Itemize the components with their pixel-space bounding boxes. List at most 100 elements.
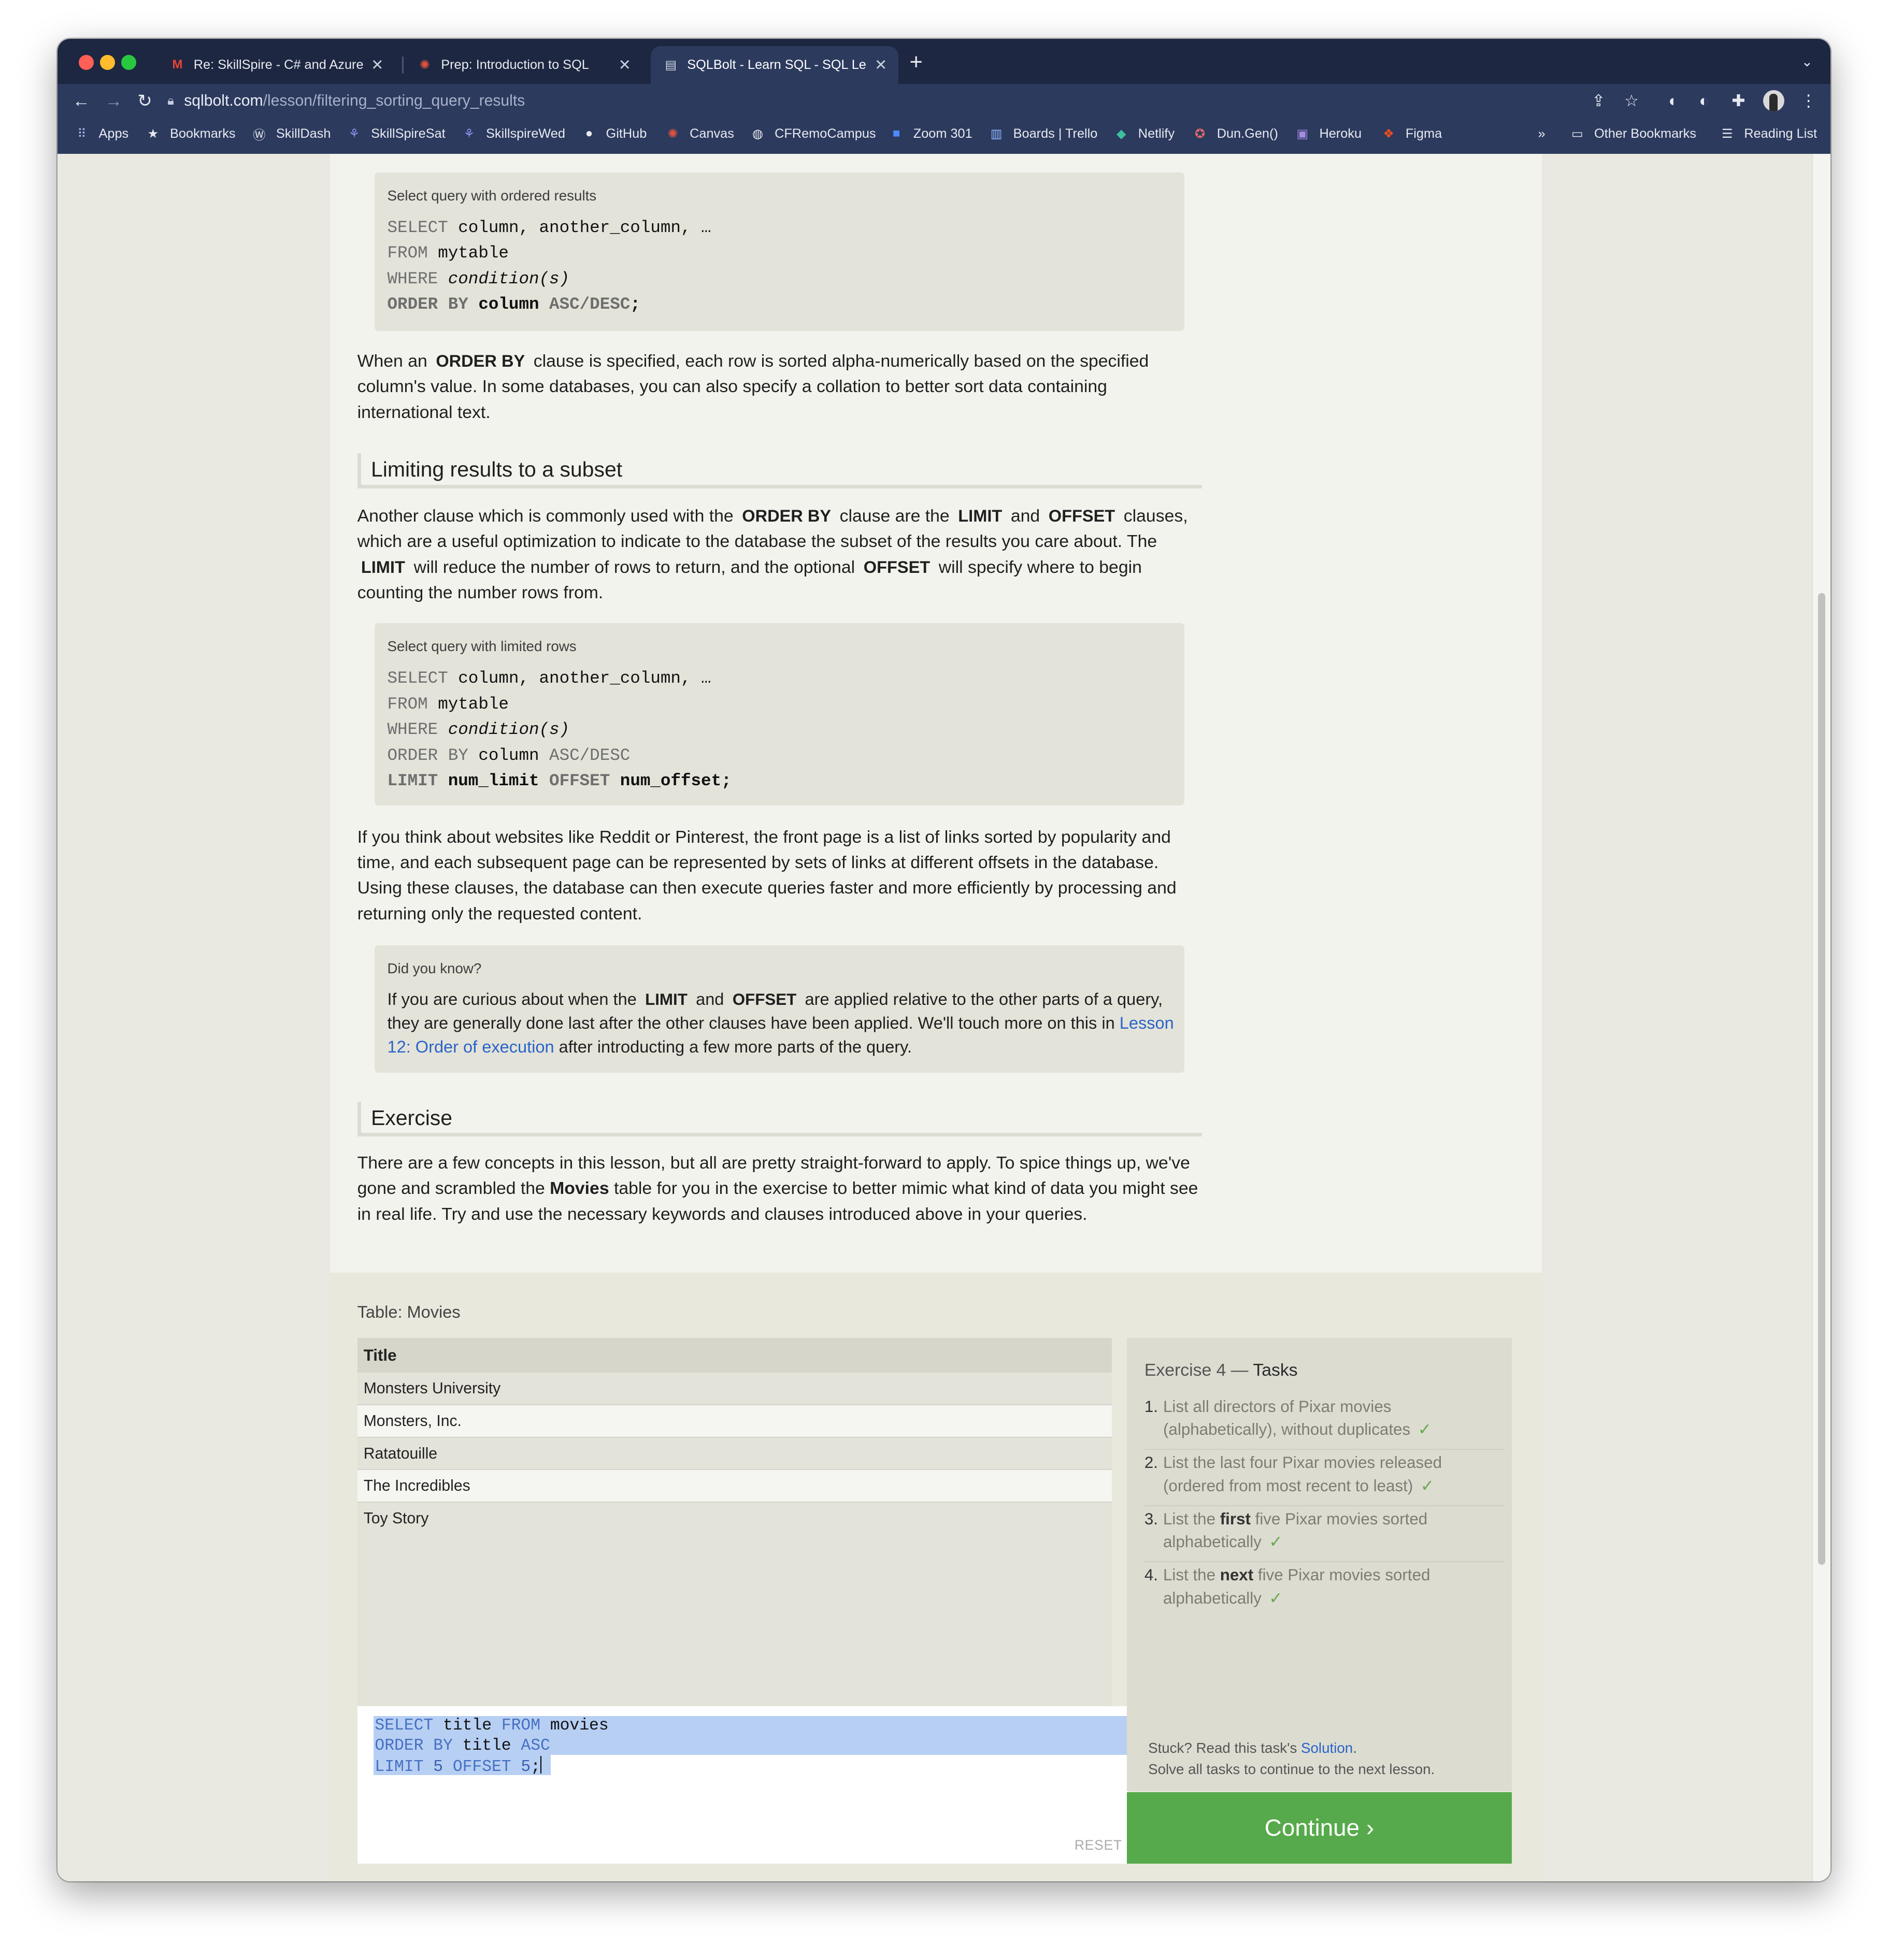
text-cursor (540, 1756, 542, 1774)
page-viewport: Select query with ordered results SELECT… (57, 153, 1830, 1881)
sql-text: mytable (427, 243, 509, 263)
scrollbar-thumb[interactable] (1818, 593, 1826, 1565)
para-text: and (696, 990, 724, 1009)
sql-text: ; (721, 771, 732, 791)
task-text: List the (1163, 1509, 1216, 1528)
task-item-1: 1. List all directors of Pixar movies (a… (1144, 1395, 1505, 1450)
tasks-panel: Exercise 4 — Tasks 1. List all directors… (1127, 1337, 1512, 1791)
stuck-text: . (1353, 1740, 1357, 1756)
table-row: The Incredibles (357, 1470, 1112, 1503)
close-tab-icon[interactable]: ✕ (871, 56, 891, 74)
bookmark-label: GitHub (606, 126, 647, 141)
more-menu-icon[interactable]: ⋮ (1800, 91, 1816, 111)
tab-sqlbolt[interactable]: ▤ SQLBolt - Learn SQL - SQL Le ✕ (651, 46, 898, 84)
bookmark-figma[interactable]: ❖ Figma (1381, 119, 1442, 149)
tab-gmail[interactable]: M Re: SkillSpire - C# and Azure - ✕ (158, 46, 395, 83)
gmail-icon: M (172, 57, 183, 72)
url-path: /lesson/filtering_sorting_query_results (263, 92, 525, 110)
sql-text: ; (630, 295, 640, 314)
tab-canvas[interactable]: ✺ Prep: Introduction to SQL ✕ (405, 46, 642, 83)
profile-avatar[interactable] (1763, 90, 1784, 111)
extension-icon[interactable]: ◖ (1667, 91, 1677, 111)
bookmark-zoom[interactable]: ■ Zoom 301 (889, 119, 972, 149)
limit-offset-paragraph: Another clause which is commonly used wi… (357, 503, 1207, 606)
sql-keyword: SELECT (387, 669, 448, 688)
bookmark-star-icon[interactable]: ☆ (1624, 91, 1639, 111)
tab-title: Re: SkillSpire - C# and Azure - (193, 57, 367, 72)
sql-keyword: FROM (387, 694, 428, 714)
canvas-icon: ✺ (667, 126, 678, 141)
bookmark-skillspirewed[interactable]: ⚘ SkillspireWed (461, 119, 565, 149)
netlify-icon: ◆ (1116, 126, 1126, 141)
bookmark-canvas[interactable]: ✺ Canvas (665, 119, 734, 149)
title-separator: — (1226, 1360, 1253, 1380)
sql-keyword: ASC/DESC (539, 745, 631, 765)
bookmark-label: CFRemoCampus (775, 126, 876, 141)
sql-keyword: LIMIT (375, 1758, 424, 1777)
para-text: will reduce the number of rows to return… (413, 557, 855, 577)
section-heading-limiting: Limiting results to a subset (357, 453, 1202, 488)
stuck-help-text: Stuck? Read this task's Solution. Solve … (1148, 1737, 1435, 1780)
bookmark-github[interactable]: ● GitHub (581, 119, 647, 149)
bookmark-cfremocampus[interactable]: ◍ CFRemoCampus (750, 119, 876, 149)
solution-link[interactable]: Solution (1301, 1740, 1353, 1756)
close-window-button[interactable] (78, 55, 94, 70)
sql-query-editor[interactable]: SELECT title FROM movies ORDER BY title … (357, 1706, 1128, 1864)
sql-text: condition(s) (438, 720, 570, 740)
toolbar: ← → ↻ 🔒︎ sqlbolt.com/lesson/filtering_so… (57, 83, 1830, 119)
sql-text: title (452, 1736, 521, 1755)
sql-keyword: ORDER BY (387, 295, 468, 314)
close-tab-icon[interactable]: ✕ (367, 56, 388, 74)
forward-arrow-icon[interactable]: → (105, 89, 123, 113)
bookmark-dungen[interactable]: ✪ Dun.Gen() (1192, 119, 1278, 149)
extension-icon[interactable]: ◐ (1699, 91, 1709, 111)
bookmark-heroku[interactable]: ▣ Heroku (1294, 119, 1362, 149)
reading-list-button[interactable]: ☰ Reading List (1719, 119, 1817, 149)
continue-button[interactable]: Continue › (1127, 1792, 1512, 1864)
sql-keyword: FROM (501, 1717, 541, 1735)
close-tab-icon[interactable]: ✕ (614, 56, 635, 74)
sql-number: 5 (511, 1758, 531, 1777)
sql-keyword: LIMIT (387, 771, 438, 791)
new-tab-button[interactable]: + (910, 51, 923, 74)
task-number: 1. (1144, 1397, 1158, 1416)
share-icon[interactable]: ⇪ (1592, 91, 1605, 111)
para-text: Another clause which is commonly used wi… (357, 506, 734, 526)
bookmark-label: SkillspireWed (486, 126, 565, 141)
bookmark-trello[interactable]: ▥ Boards | Trello (988, 119, 1098, 149)
overflow-label: » (1538, 126, 1545, 141)
bookmark-skilldash[interactable]: Ⓦ SkillDash (251, 119, 331, 149)
keyword-token: LIMIT (958, 506, 1003, 525)
task-item-4: 4. List the next five Pixar movies sorte… (1144, 1564, 1504, 1618)
folder-icon: ▭ (1571, 126, 1583, 141)
sql-keyword: ORDER BY (375, 1736, 453, 1755)
task-text: List the last four Pixar movies released… (1163, 1453, 1442, 1495)
minimize-window-button[interactable] (99, 55, 115, 70)
table-row: Ratatouille (357, 1438, 1112, 1471)
bookmark-netlify[interactable]: ◆ Netlify (1113, 119, 1175, 149)
bookmarks-overflow-button[interactable]: » (1538, 119, 1545, 149)
tab-search-icon[interactable]: ⌄ (1801, 54, 1813, 70)
code-box-caption: Select query with ordered results (387, 187, 597, 204)
bookmark-label: SkillDash (276, 126, 331, 141)
github-icon: ● (585, 126, 593, 140)
bookmark-apps[interactable]: ⠿ Apps (74, 119, 128, 149)
other-bookmarks-folder[interactable]: ▭ Other Bookmarks (1569, 119, 1696, 149)
address-bar[interactable]: 🔒︎ sqlbolt.com/lesson/filtering_sorting_… (167, 88, 1641, 115)
browser-window: M Re: SkillSpire - C# and Azure - ✕ ✺ Pr… (57, 38, 1830, 1881)
canvas-icon: ✺ (419, 57, 430, 72)
back-arrow-icon[interactable]: ← (73, 89, 90, 113)
reset-button[interactable]: RESET (1075, 1837, 1122, 1853)
exercise-intro-paragraph: There are a few concepts in this lesson,… (357, 1150, 1207, 1227)
maximize-window-button[interactable] (121, 55, 136, 70)
reload-icon[interactable]: ↻ (137, 89, 152, 113)
bookmark-label: Bookmarks (169, 126, 236, 141)
wordpress-icon: Ⓦ (253, 128, 266, 142)
ordered-results-code-box: Select query with ordered results SELECT… (375, 172, 1184, 331)
puzzle-icon[interactable]: ✚ (1731, 91, 1745, 111)
bookmark-skillspiresat[interactable]: ⚘ SkillSpireSat (346, 119, 446, 149)
bookmark-bookmarks[interactable]: ★ Bookmarks (145, 119, 236, 149)
bookmark-label: Boards | Trello (1013, 126, 1098, 141)
bookmark-label: Apps (98, 126, 129, 141)
keyword-token: OFFSET (732, 990, 797, 1009)
